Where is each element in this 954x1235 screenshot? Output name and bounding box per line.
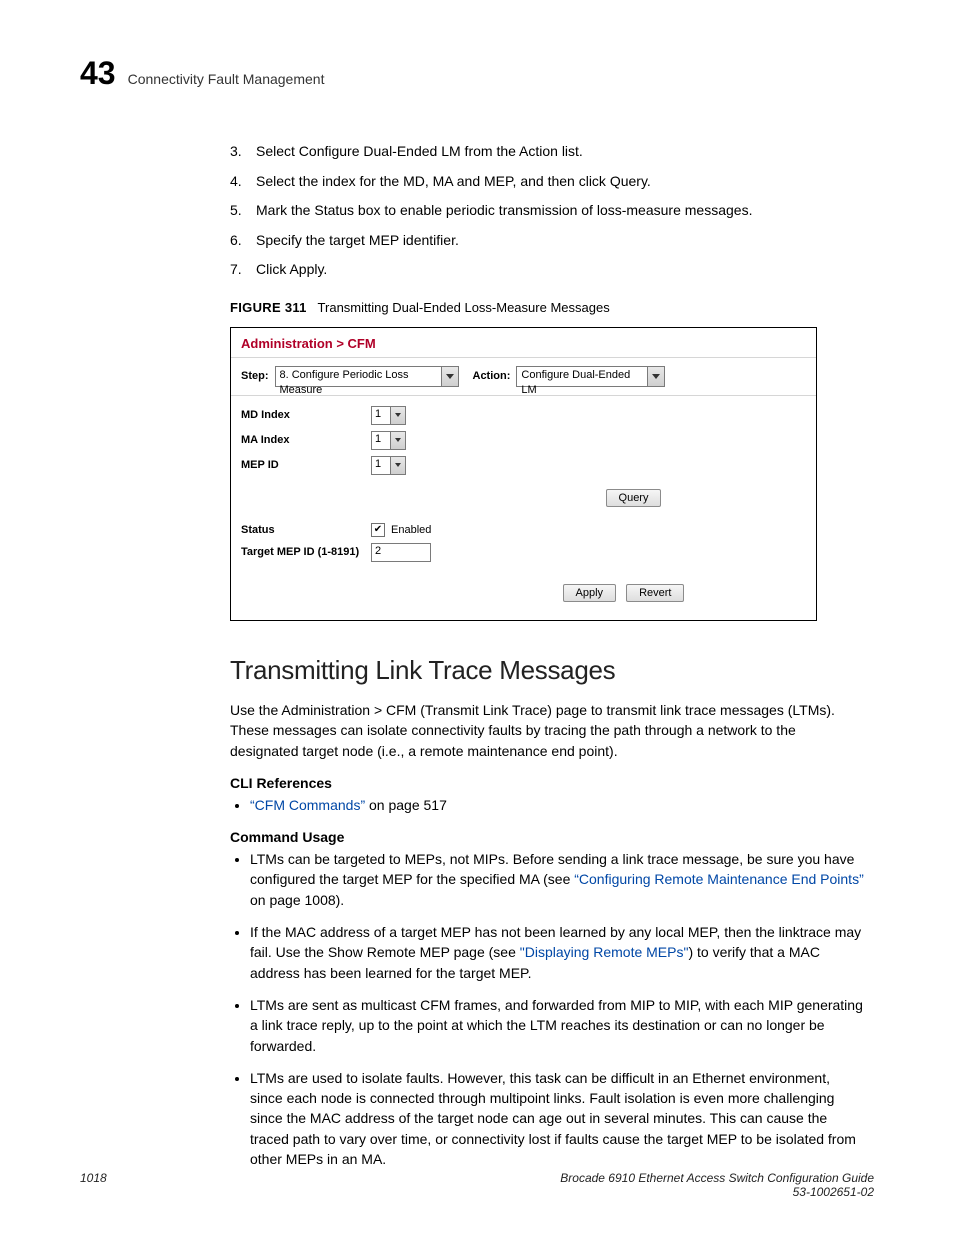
section-heading: Transmitting Link Trace Messages <box>230 655 874 686</box>
figure-caption-text: Transmitting Dual-Ended Loss-Measure Mes… <box>318 300 610 315</box>
chapter-number: 43 <box>80 55 116 92</box>
step-number: 6. <box>230 231 244 251</box>
status-text: Enabled <box>391 524 431 536</box>
chevron-down-icon <box>441 367 458 386</box>
page-number: 1018 <box>80 1171 107 1199</box>
step-text: Click Apply. <box>256 260 327 280</box>
target-mep-label: Target MEP ID (1-8191) <box>241 546 371 558</box>
status-checkbox[interactable]: ✔ <box>371 523 385 537</box>
breadcrumb: Administration > CFM <box>231 328 816 358</box>
step-number: 7. <box>230 260 244 280</box>
step-text: Select the index for the MD, MA and MEP,… <box>256 172 651 192</box>
ma-index-value: 1 <box>375 433 381 445</box>
cross-reference-link[interactable]: "Displaying Remote MEPs" <box>520 944 689 960</box>
target-mep-input[interactable]: 2 <box>371 543 431 562</box>
step-text: Specify the target MEP identifier. <box>256 231 459 251</box>
figure-screenshot: Administration > CFM Step: 8. Configure … <box>230 327 817 621</box>
document-number: 53-1002651-02 <box>560 1185 874 1199</box>
cli-references-heading: CLI References <box>230 775 874 791</box>
step-select-value: 8. Configure Periodic Loss Measure <box>280 369 409 396</box>
step-select[interactable]: 8. Configure Periodic Loss Measure <box>275 366 459 387</box>
md-index-select[interactable]: 1 <box>371 406 406 425</box>
step-text: Mark the Status box to enable periodic t… <box>256 201 752 221</box>
apply-button[interactable]: Apply <box>563 584 617 602</box>
action-label: Action: <box>473 370 511 382</box>
action-select[interactable]: Configure Dual-Ended LM <box>516 366 665 387</box>
figure-label: FIGURE 311 <box>230 300 307 315</box>
list-item: “CFM Commands” on page 517 <box>250 795 864 815</box>
md-index-label: MD Index <box>241 409 371 421</box>
step-list: 3. Select Configure Dual-Ended LM from th… <box>230 142 874 280</box>
chevron-down-icon <box>647 367 664 386</box>
cross-reference-link[interactable]: “CFM Commands” <box>250 797 365 813</box>
list-item: LTMs are sent as multicast CFM frames, a… <box>250 995 864 1056</box>
step-text: Select Configure Dual-Ended LM from the … <box>256 142 583 162</box>
step-label: Step: <box>241 370 269 382</box>
cli-ref-tail: on page 517 <box>365 797 447 813</box>
bullet-text: on page 1008). <box>250 892 344 908</box>
step-number: 3. <box>230 142 244 162</box>
body-paragraph: Use the Administration > CFM (Transmit L… <box>230 700 864 761</box>
chevron-down-icon <box>390 457 405 474</box>
query-button[interactable]: Query <box>606 489 662 507</box>
list-item: LTMs are used to isolate faults. However… <box>250 1068 864 1169</box>
document-title: Brocade 6910 Ethernet Access Switch Conf… <box>560 1171 874 1185</box>
md-index-value: 1 <box>375 408 381 420</box>
ma-index-select[interactable]: 1 <box>371 431 406 450</box>
chevron-down-icon <box>390 432 405 449</box>
list-item: LTMs can be targeted to MEPs, not MIPs. … <box>250 849 864 910</box>
chevron-down-icon <box>390 407 405 424</box>
cross-reference-link[interactable]: “Configuring Remote Maintenance End Poin… <box>574 871 864 887</box>
figure-caption: FIGURE 311 Transmitting Dual-Ended Loss-… <box>230 300 874 315</box>
mep-id-select[interactable]: 1 <box>371 456 406 475</box>
revert-button[interactable]: Revert <box>626 584 684 602</box>
status-label: Status <box>241 524 371 536</box>
mep-id-label: MEP ID <box>241 459 371 471</box>
chapter-title: Connectivity Fault Management <box>128 71 325 87</box>
command-usage-heading: Command Usage <box>230 829 874 845</box>
step-number: 5. <box>230 201 244 221</box>
list-item: If the MAC address of a target MEP has n… <box>250 922 864 983</box>
action-select-value: Configure Dual-Ended LM <box>521 369 630 396</box>
mep-id-value: 1 <box>375 458 381 470</box>
step-number: 4. <box>230 172 244 192</box>
ma-index-label: MA Index <box>241 434 371 446</box>
